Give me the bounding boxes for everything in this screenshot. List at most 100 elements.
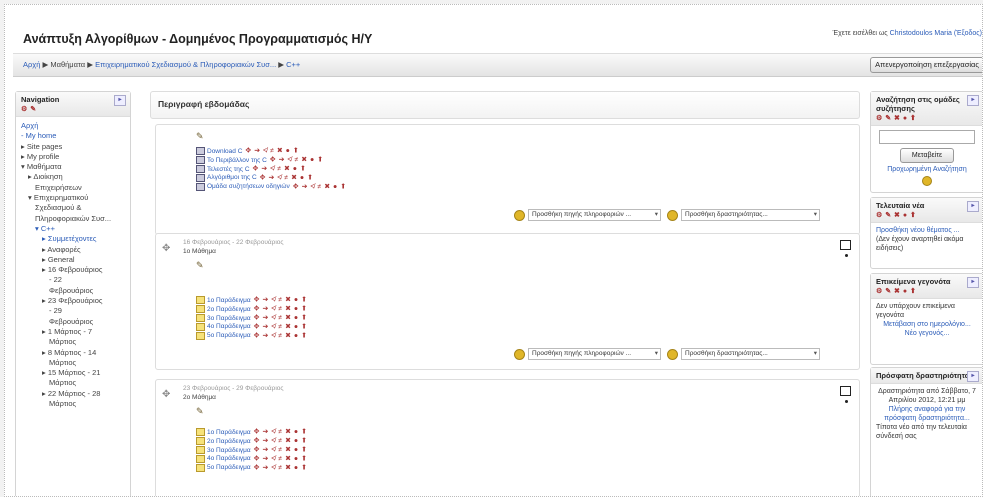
nav-item[interactable]: Μάρτιος bbox=[21, 399, 125, 409]
activity-edit-icons[interactable]: ✥ ➔ ≮ ≠ ✖ ● ⬆ bbox=[270, 157, 324, 164]
breadcrumb: Αρχή ▶ Μαθήματα ▶ Επιχειρηματικού Σχεδια… bbox=[23, 60, 300, 69]
full-report-link[interactable]: Πλήρης αναφορά για την πρόσφατη δραστηρι… bbox=[876, 405, 978, 423]
nav-item[interactable]: ▾ Μαθήματα bbox=[21, 162, 125, 172]
nav-item[interactable]: ▸ My profile bbox=[21, 152, 125, 162]
highlight-week-icon[interactable] bbox=[840, 386, 851, 396]
user-link[interactable]: Christodoulos Maria (Έξοδος) bbox=[890, 30, 982, 37]
activity-link[interactable]: 2ο Παράδειγμα bbox=[207, 306, 251, 313]
activity-link[interactable]: Τελεστές της C bbox=[207, 166, 250, 173]
help-icon[interactable] bbox=[922, 176, 932, 186]
add-resource-select[interactable]: Προσθήκη πηγής πληροφοριών ... bbox=[528, 209, 661, 221]
nav-item[interactable]: ▸ 22 Μάρτιος - 28 bbox=[21, 389, 125, 399]
add-activity-select[interactable]: Προσθήκη δραστηριότητας... bbox=[681, 209, 820, 221]
nav-item[interactable]: Αρχή bbox=[21, 121, 125, 131]
dock-icon[interactable]: ▸ bbox=[967, 277, 979, 288]
nav-item[interactable]: ▾ Επιχειρηματικού bbox=[21, 193, 125, 203]
block-edit-icons[interactable]: ⚙ ✎ ✖ ● ⬆ bbox=[876, 115, 916, 122]
nav-item[interactable]: ▸ Συμμετέχοντες bbox=[21, 234, 125, 244]
nav-item[interactable]: ▸ Site pages bbox=[21, 142, 125, 152]
activity-link[interactable]: 1ο Παράδειγμα bbox=[207, 297, 251, 304]
nav-item[interactable]: Φεβρουάριος bbox=[21, 286, 125, 296]
nav-item[interactable]: Μάρτιος bbox=[21, 337, 125, 347]
activity-link[interactable]: 4ο Παράδειγμα bbox=[207, 455, 251, 462]
nav-item[interactable]: ▸ 1 Μάρτιος - 7 bbox=[21, 327, 125, 337]
nav-item[interactable]: Επιχειρήσεων bbox=[21, 183, 125, 193]
block-edit-icons[interactable]: ⚙ ✎ ✖ ● ⬆ bbox=[876, 212, 916, 219]
forum-search-input[interactable] bbox=[879, 130, 975, 144]
nav-item[interactable]: Σχεδιασμού & bbox=[21, 203, 125, 213]
activity-link[interactable]: Download C bbox=[207, 148, 242, 155]
dock-icon[interactable]: ▸ bbox=[967, 371, 979, 382]
edit-summary-icon[interactable]: ✎ bbox=[196, 406, 204, 417]
nav-item[interactable]: ▸ 16 Φεβρουάριος bbox=[21, 265, 125, 275]
activity-link[interactable]: 3ο Παράδειγμα bbox=[207, 447, 251, 454]
activity-edit-icons[interactable]: ✥ ➔ ≮ ≠ ✖ ● ⬆ bbox=[253, 166, 307, 173]
activity-link[interactable]: Το Περιβάλλον της C bbox=[207, 157, 267, 164]
activity-edit-icons[interactable]: ✥ ➔ ≮ ≠ ✖ ● ⬆ bbox=[260, 174, 314, 181]
move-icon[interactable]: ✥ bbox=[162, 243, 170, 254]
edit-summary-icon[interactable]: ✎ bbox=[196, 260, 204, 271]
breadcrumb-category[interactable]: Επιχειρηματικού Σχεδιασμού & Πληροφοριακ… bbox=[95, 60, 276, 69]
nav-item[interactable]: ▸ Αναφορές bbox=[21, 245, 125, 255]
nav-item[interactable]: ▸ General bbox=[21, 255, 125, 265]
nav-item[interactable]: - My home bbox=[21, 131, 125, 141]
activity-edit-icons[interactable]: ✥ ➔ ≮ ≠ ✖ ● ⬆ bbox=[254, 315, 308, 322]
nav-item[interactable]: Πληροφοριακών Συσ... bbox=[21, 214, 125, 224]
activity-edit-icons[interactable]: ✥ ➔ ≮ ≠ ✖ ● ⬆ bbox=[254, 323, 308, 330]
breadcrumb-home[interactable]: Αρχή bbox=[23, 60, 40, 69]
dock-icon[interactable]: ▸ bbox=[967, 95, 979, 106]
breadcrumb-course[interactable]: C++ bbox=[286, 60, 300, 69]
activity-link[interactable]: 5ο Παράδειγμα bbox=[207, 464, 251, 471]
nav-item[interactable]: - 22 bbox=[21, 275, 125, 285]
document-icon bbox=[196, 164, 205, 173]
new-event-link[interactable]: Νέο γεγονός... bbox=[876, 329, 978, 338]
activity-edit-icons[interactable]: ✥ ➔ ≮ ≠ ✖ ● ⬆ bbox=[254, 455, 308, 462]
advanced-search-link[interactable]: Προχωρημένη Αναζήτηση bbox=[887, 166, 967, 173]
show-hide-icon[interactable] bbox=[845, 254, 848, 257]
activity-edit-icons[interactable]: ✥ ➔ ≮ ≠ ✖ ● ⬆ bbox=[254, 438, 308, 445]
nav-item[interactable]: ▸ 8 Μάρτιος - 14 bbox=[21, 348, 125, 358]
block-edit-icons[interactable]: ⚙ ✎ ✖ ● ⬆ bbox=[876, 288, 916, 295]
activity-edit-icons[interactable]: ✥ ➔ ≮ ≠ ✖ ● ⬆ bbox=[293, 183, 347, 190]
activity-edit-icons[interactable]: ✥ ➔ ≮ ≠ ✖ ● ⬆ bbox=[254, 332, 308, 339]
activity-link[interactable]: 3ο Παράδειγμα bbox=[207, 315, 251, 322]
move-icon[interactable]: ✥ bbox=[162, 389, 170, 400]
activity-link[interactable]: 2ο Παράδειγμα bbox=[207, 438, 251, 445]
activity-link[interactable]: Ομάδα συζητήσεων οδηγιών bbox=[207, 183, 290, 190]
activity-link[interactable]: 1ο Παράδειγμα bbox=[207, 429, 251, 436]
activity-edit-icons[interactable]: ✥ ➔ ≮ ≠ ✖ ● ⬆ bbox=[254, 447, 308, 454]
dock-icon[interactable]: ▸ bbox=[114, 95, 126, 106]
nav-item[interactable]: ▸ 23 Φεβρουάριος bbox=[21, 296, 125, 306]
search-go-button[interactable]: Μεταβείτε bbox=[900, 148, 954, 163]
block-edit-icons[interactable]: ⚙ ✎ bbox=[21, 106, 37, 113]
activity-edit-icons[interactable]: ✥ ➔ ≮ ≠ ✖ ● ⬆ bbox=[254, 429, 308, 436]
edit-summary-icon[interactable]: ✎ bbox=[196, 131, 204, 142]
activity-edit-icons[interactable]: ✥ ➔ ≮ ≠ ✖ ● ⬆ bbox=[245, 148, 299, 155]
highlight-week-icon[interactable] bbox=[840, 240, 851, 250]
activity-row: Το Περιβάλλον της C ✥ ➔ ≮ ≠ ✖ ● ⬆ bbox=[196, 155, 347, 165]
nav-item[interactable]: - 29 bbox=[21, 306, 125, 316]
add-resource-select[interactable]: Προσθήκη πηγής πληροφοριών ... bbox=[528, 348, 661, 360]
activity-link[interactable]: 4ο Παράδειγμα bbox=[207, 323, 251, 330]
nav-item[interactable]: Φεβρουάριος bbox=[21, 317, 125, 327]
nav-item[interactable]: ▾ C++ bbox=[21, 224, 125, 234]
activity-link[interactable]: 5ο Παράδειγμα bbox=[207, 332, 251, 339]
calendar-link[interactable]: Μετάβαση στο ημερολόγιο... bbox=[876, 320, 978, 329]
nav-item[interactable]: ▸ Διοίκηση bbox=[21, 172, 125, 182]
breadcrumb-courses[interactable]: Μαθήματα bbox=[50, 60, 85, 69]
activity-link[interactable]: Αλγόριθμοι της C bbox=[207, 174, 257, 181]
turn-editing-off-button[interactable]: Απενεργοποίηση επεξεργασίας bbox=[870, 57, 982, 73]
nav-item[interactable]: Μάρτιος bbox=[21, 358, 125, 368]
activity-edit-icons[interactable]: ✥ ➔ ≮ ≠ ✖ ● ⬆ bbox=[254, 306, 308, 313]
folder-icon bbox=[196, 322, 205, 331]
navbar: Αρχή ▶ Μαθήματα ▶ Επιχειρηματικού Σχεδια… bbox=[13, 53, 982, 77]
course-content: Περιγραφή εβδομάδας ✎ Download C ✥ ➔ ≮ ≠ … bbox=[150, 91, 860, 496]
nav-item[interactable]: ▸ 15 Μάρτιος - 21 bbox=[21, 368, 125, 378]
add-activity-select[interactable]: Προσθήκη δραστηριότητας... bbox=[681, 348, 820, 360]
dock-icon[interactable]: ▸ bbox=[967, 201, 979, 212]
add-news-link[interactable]: Προσθήκη νέου θέματος ... bbox=[876, 226, 978, 235]
show-hide-icon[interactable] bbox=[845, 400, 848, 403]
activity-edit-icons[interactable]: ✥ ➔ ≮ ≠ ✖ ● ⬆ bbox=[254, 297, 308, 304]
nav-item[interactable]: Μάρτιος bbox=[21, 378, 125, 388]
activity-edit-icons[interactable]: ✥ ➔ ≮ ≠ ✖ ● ⬆ bbox=[254, 464, 308, 471]
